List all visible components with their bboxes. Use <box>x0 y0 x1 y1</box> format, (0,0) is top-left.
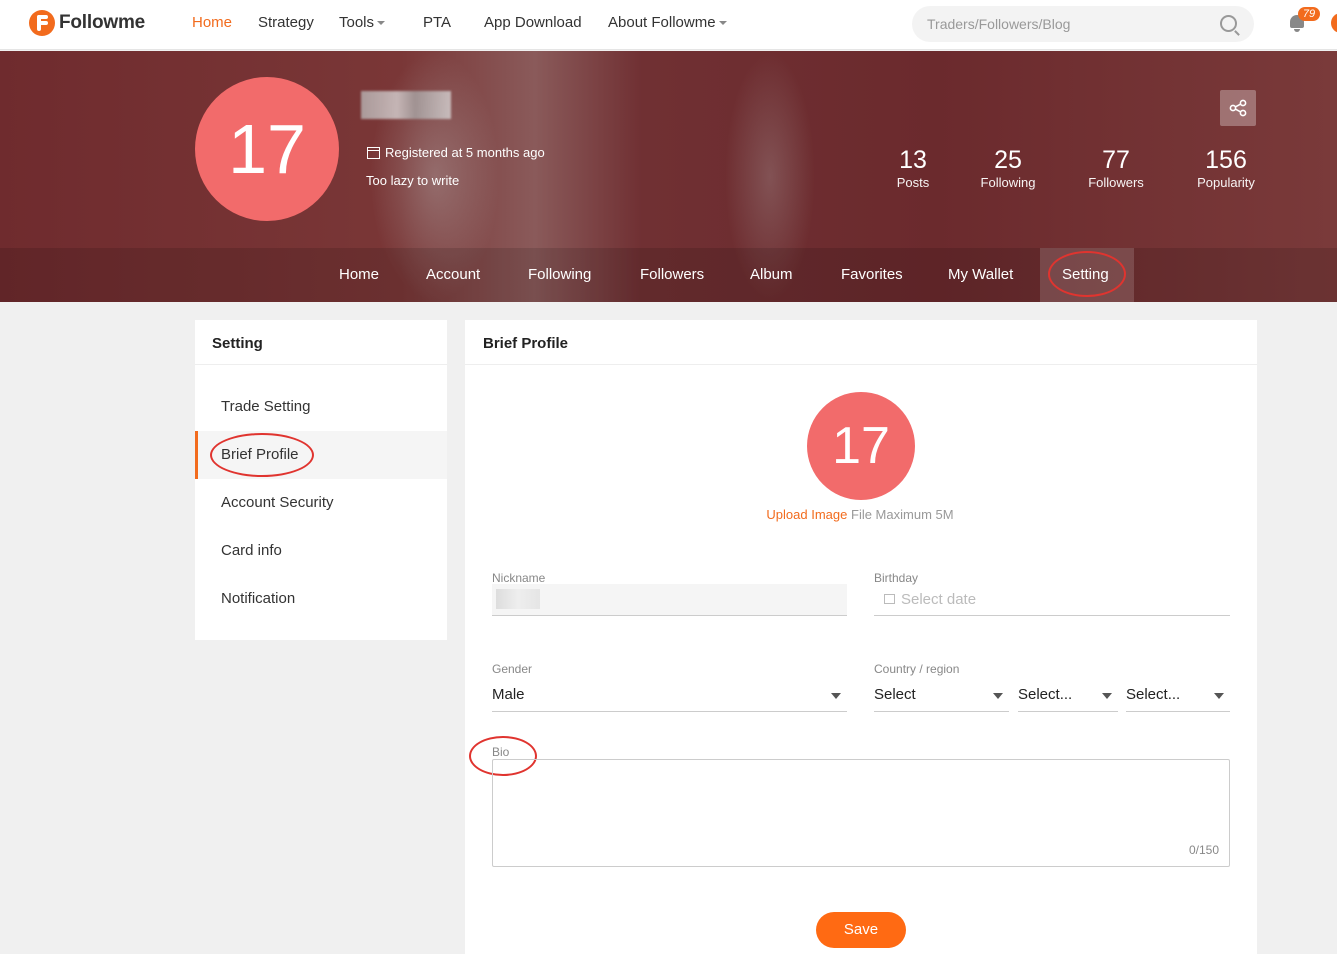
country-label: Country / region <box>874 662 960 676</box>
region-select[interactable]: Select... <box>1018 680 1118 712</box>
followme-logo[interactable]: Followme <box>29 9 145 37</box>
sidebar-item-label: Card info <box>221 542 282 559</box>
nav-tools-label: Tools <box>339 14 375 31</box>
stat-value: 77 <box>1102 146 1130 174</box>
region-value: Select... <box>1018 686 1073 703</box>
chevron-down-icon <box>1102 693 1112 699</box>
tab-following[interactable]: Following <box>528 266 591 283</box>
sidebar-item-label: Notification <box>221 590 296 607</box>
search-icon[interactable] <box>1220 15 1237 32</box>
tab-followers[interactable]: Followers <box>640 266 704 283</box>
gender-select[interactable]: Male <box>492 680 847 712</box>
panel-title: Brief Profile <box>483 335 569 352</box>
stat-followers[interactable]: 77 Followers <box>1081 146 1151 192</box>
bio-char-counter: 0/150 <box>1188 843 1219 857</box>
followme-logo-icon <box>29 10 55 36</box>
country-value: Select <box>874 686 916 703</box>
chevron-down-icon <box>1214 693 1224 699</box>
chevron-down-icon <box>831 693 841 699</box>
country-select[interactable]: Select <box>874 680 1009 712</box>
profile-banner: 17 Registered at 5 months ago Too lazy t… <box>0 51 1337 302</box>
brief-profile-panel: Brief Profile 17 Upload Image File Maxim… <box>465 320 1257 954</box>
stat-label: Following <box>980 175 1036 190</box>
stat-popularity[interactable]: 156 Popularity <box>1188 146 1264 192</box>
nav-pta[interactable]: PTA <box>423 14 451 31</box>
divider <box>195 364 447 365</box>
nickname-label: Nickname <box>492 571 546 585</box>
chevron-down-icon <box>377 21 386 26</box>
nav-tools[interactable]: Tools <box>339 14 386 31</box>
settings-sidebar: Setting Trade Setting Brief Profile Acco… <box>195 320 447 640</box>
nav-home[interactable]: Home <box>192 14 232 31</box>
gender-label: Gender <box>492 662 533 676</box>
profile-avatar-preview[interactable]: 17 <box>807 392 915 500</box>
stat-value: 156 <box>1205 146 1247 174</box>
search-placeholder: Traders/Followers/Blog <box>927 16 1071 32</box>
registration-info: Registered at 5 months ago <box>367 145 545 160</box>
sidebar-item-trade-setting[interactable]: Trade Setting <box>195 383 447 431</box>
bio-textarea[interactable]: 0/150 <box>492 759 1230 867</box>
birthday-field[interactable]: Select date <box>874 584 1230 616</box>
sidebar-item-label: Trade Setting <box>221 398 311 415</box>
sidebar-item-label: Account Security <box>221 494 334 511</box>
calendar-icon <box>884 594 895 604</box>
sidebar-item-card-info[interactable]: Card info <box>195 527 447 575</box>
city-select[interactable]: Select... <box>1126 680 1230 712</box>
nav-strategy[interactable]: Strategy <box>258 14 314 31</box>
share-icon <box>1229 99 1247 117</box>
stat-following[interactable]: 25 Following <box>973 146 1043 192</box>
registered-text: Registered at 5 months ago <box>385 145 545 160</box>
bell-clapper <box>1294 29 1300 32</box>
logo-text: Followme <box>59 12 146 33</box>
nav-app-download[interactable]: App Download <box>484 14 582 31</box>
city-value: Select... <box>1126 686 1181 703</box>
sidebar-title: Setting <box>212 335 263 352</box>
notification-badge: 79 <box>1298 7 1320 21</box>
upload-image-link[interactable]: Upload Image <box>766 507 847 522</box>
top-navbar: Followme Home Strategy Tools PTA App Dow… <box>0 0 1337 50</box>
upload-info: Upload Image File Maximum 5M <box>760 507 960 523</box>
sidebar-item-account-security[interactable]: Account Security <box>195 479 447 527</box>
stat-label: Popularity <box>1197 175 1255 190</box>
upload-size-note: File Maximum 5M <box>851 507 954 522</box>
nav-about-label: About Followme <box>608 14 716 31</box>
tab-account[interactable]: Account <box>426 266 480 283</box>
divider <box>465 364 1257 365</box>
gender-value: Male <box>492 686 525 703</box>
tab-setting[interactable]: Setting <box>1062 266 1109 283</box>
tab-favorites[interactable]: Favorites <box>841 266 903 283</box>
tab-my-wallet[interactable]: My Wallet <box>948 266 1013 283</box>
profile-tabs: Home Account Following Followers Album F… <box>0 248 1337 302</box>
calendar-icon <box>367 146 380 159</box>
stat-label: Followers <box>1088 175 1144 190</box>
sidebar-item-brief-profile[interactable]: Brief Profile <box>195 431 447 479</box>
birthday-placeholder: Select date <box>901 591 977 608</box>
share-button[interactable] <box>1220 90 1256 126</box>
nickname-field[interactable] <box>492 584 847 616</box>
sidebar-item-label: Brief Profile <box>221 446 299 463</box>
tab-album[interactable]: Album <box>750 266 793 283</box>
stat-value: 25 <box>994 146 1022 174</box>
birthday-label: Birthday <box>874 571 919 585</box>
user-avatar[interactable] <box>1331 13 1337 33</box>
stat-value: 13 <box>899 146 927 174</box>
profile-avatar: 17 <box>195 77 339 221</box>
username-redacted <box>361 91 451 119</box>
bio-label: Bio <box>492 745 510 759</box>
tab-home[interactable]: Home <box>339 266 379 283</box>
stat-label: Posts <box>896 175 930 190</box>
profile-bio: Too lazy to write <box>366 173 460 188</box>
search-input[interactable]: Traders/Followers/Blog <box>912 6 1254 42</box>
save-button[interactable]: Save <box>816 912 906 948</box>
nickname-redacted <box>496 589 540 609</box>
nav-about-followme[interactable]: About Followme <box>608 14 727 31</box>
sidebar-item-notification[interactable]: Notification <box>195 575 447 623</box>
chevron-down-icon <box>993 693 1003 699</box>
stat-posts[interactable]: 13 Posts <box>883 146 943 192</box>
chevron-down-icon <box>718 21 727 26</box>
